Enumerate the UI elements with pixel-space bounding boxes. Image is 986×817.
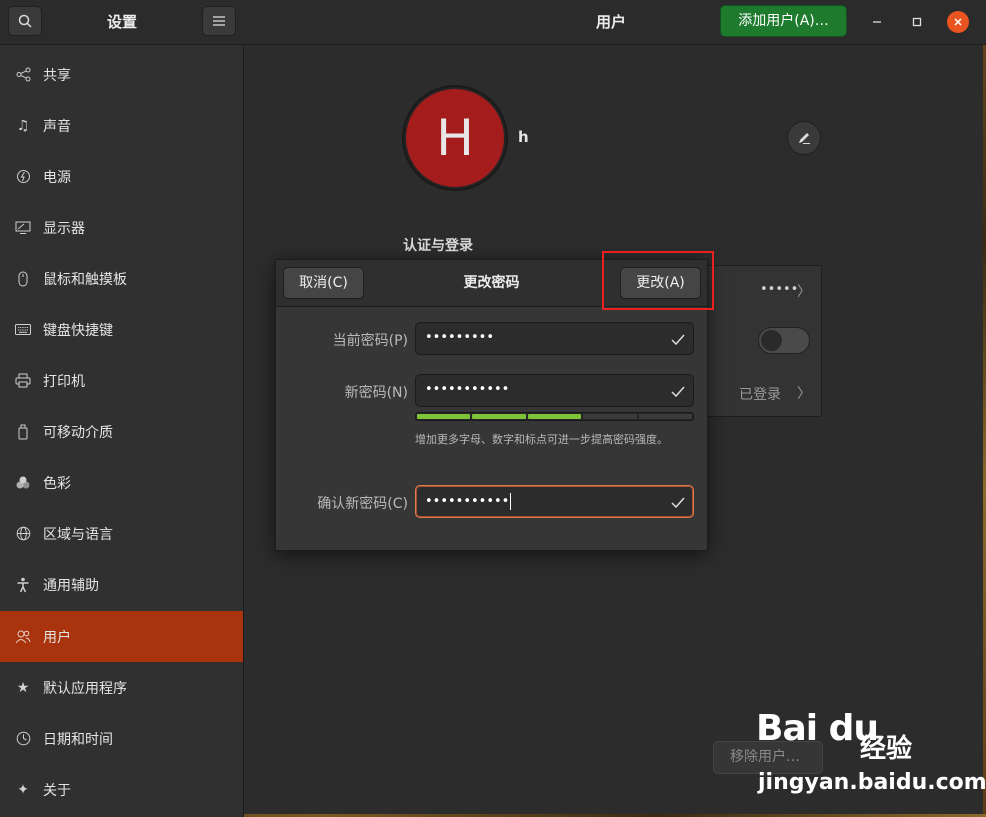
sidebar-item-label: 用户 bbox=[43, 629, 71, 646]
sidebar-item-sound[interactable]: ♫ 声音 bbox=[0, 100, 243, 151]
current-password-field[interactable]: ••••••••• bbox=[415, 322, 694, 355]
clock-icon bbox=[14, 730, 32, 748]
sidebar-item-label: 共享 bbox=[43, 67, 71, 84]
strength-segment bbox=[417, 414, 471, 419]
sidebar-item-users[interactable]: 用户 bbox=[0, 611, 243, 662]
keyboard-icon bbox=[14, 321, 32, 339]
new-password-value: ••••••••••• bbox=[425, 382, 510, 397]
chevron-right-icon: 〉 bbox=[797, 386, 811, 402]
watermark-url: jingyan.baidu.com bbox=[758, 770, 986, 795]
current-password-label: 当前密码(P) bbox=[332, 333, 408, 349]
accessibility-icon bbox=[14, 576, 32, 594]
sidebar: 共享 ♫ 声音 电源 显示器 鼠标和触摸板 键盘快捷键 打印机 可移动介质 色彩… bbox=[0, 45, 244, 817]
baidu-watermark: Bai du 经验 jingyan.baidu.com bbox=[740, 708, 986, 806]
sidebar-item-keyboard[interactable]: 键盘快捷键 bbox=[0, 304, 243, 355]
sidebar-item-label: 区域与语言 bbox=[43, 526, 113, 543]
confirm-password-text: ••••••••••• bbox=[425, 494, 510, 509]
sidebar-item-label: 可移动介质 bbox=[43, 424, 113, 441]
sidebar-item-label: 色彩 bbox=[43, 475, 71, 492]
sidebar-item-label: 关于 bbox=[43, 782, 71, 799]
chevron-right-icon: 〉 bbox=[797, 284, 811, 300]
color-icon bbox=[14, 474, 32, 492]
avatar[interactable]: H bbox=[406, 89, 504, 187]
sidebar-item-about[interactable]: ✦ 关于 bbox=[0, 764, 243, 815]
music-note-icon: ♫ bbox=[16, 117, 30, 134]
toggle-knob bbox=[761, 330, 782, 351]
text-caret bbox=[510, 493, 512, 510]
minimize-button[interactable] bbox=[866, 11, 888, 33]
maximize-button[interactable] bbox=[906, 11, 928, 33]
confirm-password-value: ••••••••••• bbox=[425, 493, 512, 510]
close-icon bbox=[954, 18, 962, 26]
removable-media-icon bbox=[14, 423, 32, 441]
new-password-field[interactable]: ••••••••••• bbox=[415, 374, 694, 407]
strength-segment bbox=[638, 414, 693, 419]
sidebar-item-label: 默认应用程序 bbox=[43, 680, 127, 697]
sidebar-item-displays[interactable]: 显示器 bbox=[0, 202, 243, 253]
sidebar-item-label: 声音 bbox=[43, 118, 71, 135]
password-strength-bar bbox=[415, 412, 694, 421]
sidebar-item-default-apps[interactable]: ★ 默认应用程序 bbox=[0, 662, 243, 713]
edit-name-button[interactable] bbox=[787, 121, 821, 155]
pencil-icon bbox=[799, 133, 810, 144]
hamburger-menu-icon bbox=[213, 16, 225, 26]
add-user-button[interactable]: 添加用户(A)… bbox=[720, 5, 847, 37]
check-icon bbox=[671, 494, 685, 513]
mouse-icon bbox=[14, 270, 32, 288]
auto-login-toggle[interactable] bbox=[758, 327, 810, 354]
sidebar-item-removable-media[interactable]: 可移动介质 bbox=[0, 406, 243, 457]
sidebar-item-mouse[interactable]: 鼠标和触摸板 bbox=[0, 253, 243, 304]
sparkle-icon: ✦ bbox=[17, 781, 29, 798]
confirm-password-label: 确认新密码(C) bbox=[317, 496, 408, 512]
password-mask[interactable]: ••••• bbox=[760, 282, 798, 297]
sidebar-item-sharing[interactable]: 共享 bbox=[0, 49, 243, 100]
sidebar-item-label: 显示器 bbox=[43, 220, 85, 237]
sidebar-item-region-language[interactable]: 区域与语言 bbox=[0, 508, 243, 559]
sidebar-item-label: 通用辅助 bbox=[43, 577, 99, 594]
password-strength-hint: 增加更多字母、数字和标点可进一步提高密码强度。 bbox=[415, 433, 668, 446]
power-icon bbox=[14, 168, 32, 186]
sidebar-item-date-time[interactable]: 日期和时间 bbox=[0, 713, 243, 764]
sidebar-item-label: 日期和时间 bbox=[43, 731, 113, 748]
current-password-value: ••••••••• bbox=[425, 330, 495, 345]
strength-segment bbox=[472, 414, 526, 419]
sidebar-item-color[interactable]: 色彩 bbox=[0, 457, 243, 508]
strength-segment bbox=[527, 414, 582, 419]
maximize-icon bbox=[912, 17, 922, 27]
strength-segment bbox=[583, 414, 637, 419]
new-password-label: 新密码(N) bbox=[344, 385, 408, 401]
menu-button[interactable] bbox=[202, 6, 236, 36]
sidebar-item-label: 电源 bbox=[43, 169, 71, 186]
sidebar-header: 设置 bbox=[0, 0, 245, 45]
highlight-box bbox=[602, 251, 714, 310]
logged-in-status[interactable]: 已登录 bbox=[739, 384, 781, 404]
display-icon bbox=[14, 219, 32, 237]
printer-icon bbox=[14, 372, 32, 390]
sidebar-item-accessibility[interactable]: 通用辅助 bbox=[0, 559, 243, 610]
auth-section-title: 认证与登录 bbox=[403, 238, 473, 254]
sidebar-item-label: 键盘快捷键 bbox=[43, 322, 113, 339]
star-icon: ★ bbox=[16, 679, 30, 696]
sidebar-item-power[interactable]: 电源 bbox=[0, 151, 243, 202]
check-icon bbox=[671, 331, 685, 350]
cancel-button[interactable]: 取消(C) bbox=[283, 267, 364, 299]
sidebar-item-label: 鼠标和触摸板 bbox=[43, 271, 127, 288]
user-name[interactable]: h bbox=[518, 128, 529, 146]
confirm-password-field[interactable]: ••••••••••• bbox=[415, 485, 694, 518]
users-icon bbox=[14, 628, 32, 646]
close-button[interactable] bbox=[947, 11, 969, 33]
watermark-text: 经验 bbox=[860, 734, 913, 764]
check-icon bbox=[671, 383, 685, 402]
sidebar-item-label: 打印机 bbox=[43, 373, 85, 390]
minimize-icon bbox=[873, 21, 881, 23]
sidebar-item-printers[interactable]: 打印机 bbox=[0, 355, 243, 406]
share-icon bbox=[14, 66, 32, 84]
globe-icon bbox=[14, 525, 32, 543]
